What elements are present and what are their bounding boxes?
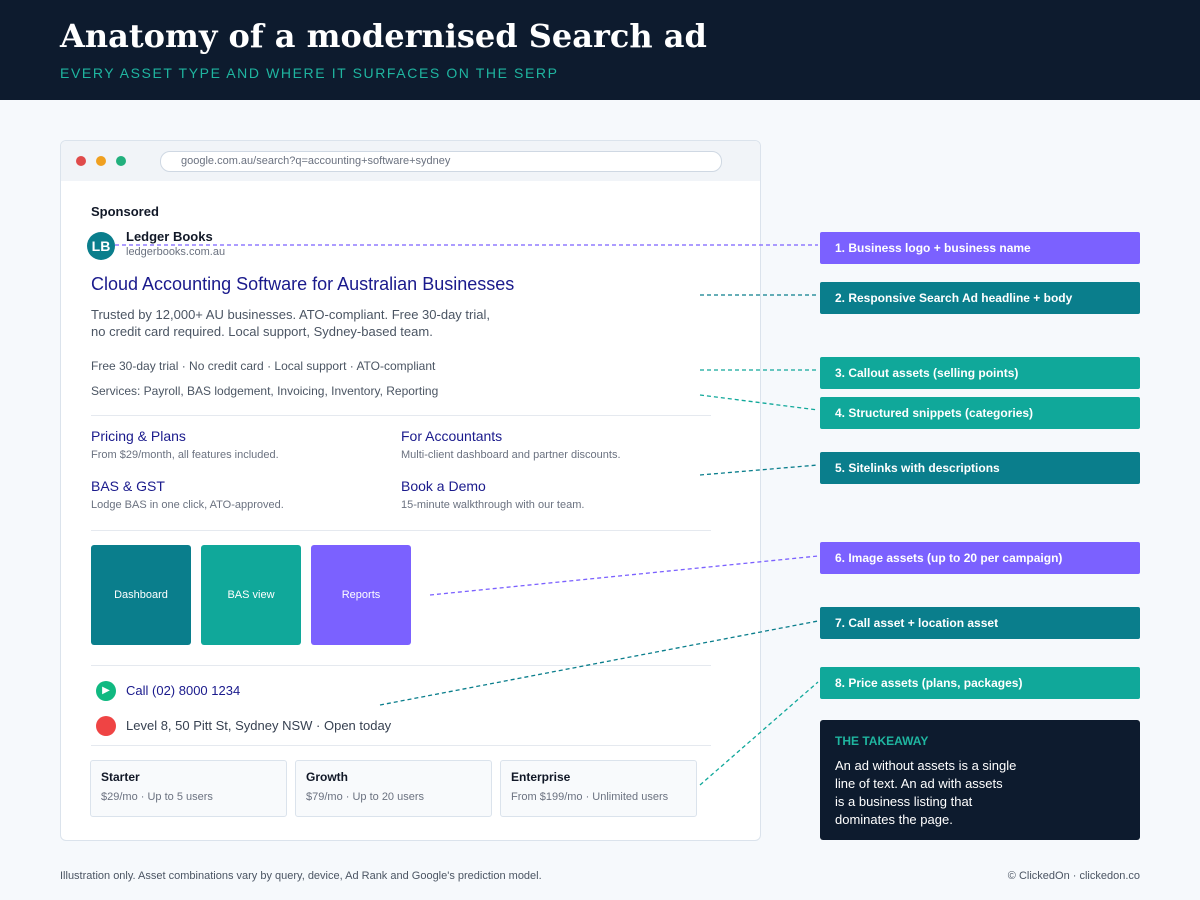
label-callout-assets: 3. Callout assets (selling points) (820, 357, 1140, 389)
connector-line (699, 394, 819, 411)
takeaway-line: dominates the page. (835, 812, 953, 827)
label-call-location: 7. Call asset + location asset (820, 607, 1140, 639)
footer-credit[interactable]: © ClickedOn · clickedon.co (1008, 870, 1140, 882)
label-price-assets: 8. Price assets (plans, packages) (820, 667, 1140, 699)
connector-line (379, 620, 819, 706)
takeaway-title: THE TAKEAWAY (835, 734, 929, 748)
label-sitelinks: 5. Sitelinks with descriptions (820, 452, 1140, 484)
connector-line (429, 555, 819, 596)
label-structured-snippets: 4. Structured snippets (categories) (820, 397, 1140, 429)
label-image-assets: 6. Image assets (up to 20 per campaign) (820, 542, 1140, 574)
footer-disclaimer: Illustration only. Asset combinations va… (60, 870, 542, 882)
connector-line (699, 464, 819, 476)
takeaway-line: is a business listing that (835, 794, 973, 809)
takeaway-line: line of text. An ad with assets (835, 776, 1003, 791)
takeaway-box: THE TAKEAWAY An ad without assets is a s… (820, 720, 1140, 840)
label-business-logo: 1. Business logo + business name (820, 232, 1140, 264)
label-headline-body: 2. Responsive Search Ad headline + body (820, 282, 1140, 314)
takeaway-line: An ad without assets is a single (835, 758, 1017, 773)
connector-line (699, 681, 819, 786)
